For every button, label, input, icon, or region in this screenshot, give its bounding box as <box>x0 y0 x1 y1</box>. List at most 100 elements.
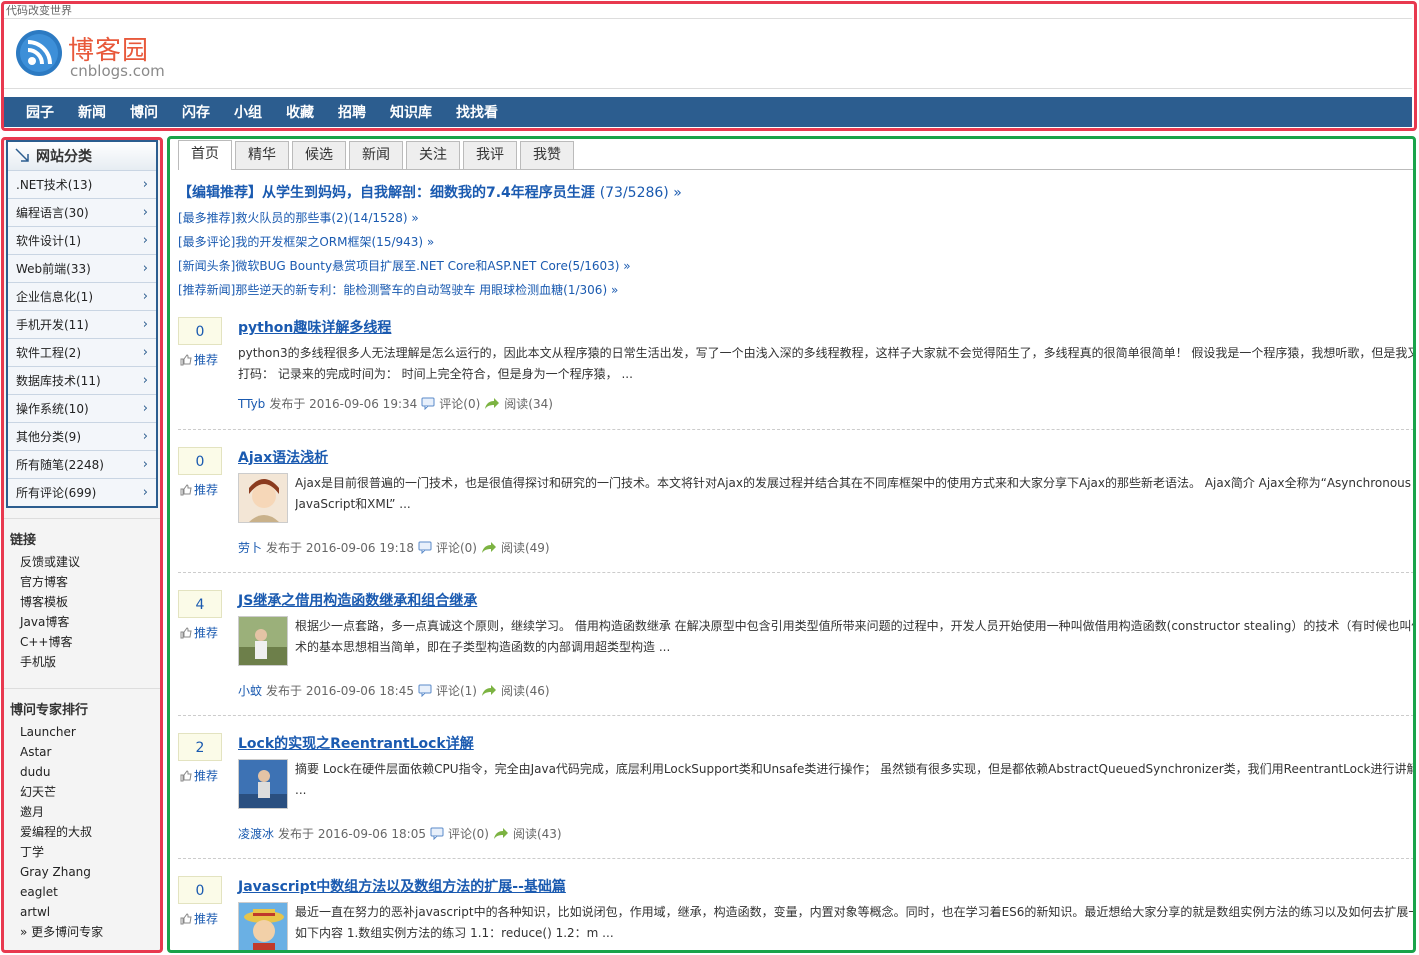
nav-item-questions[interactable]: 博问 <box>118 102 170 122</box>
nav-item-favorites[interactable]: 收藏 <box>274 102 326 122</box>
tab-my-comments[interactable]: 我评 <box>463 141 517 169</box>
avatar-image <box>239 474 287 522</box>
recommend-button[interactable]: 推荐 <box>178 624 224 641</box>
headline-main[interactable]: 【编辑推荐】从学生到妈妈，自我解剖：细数我的7.4年程序员生涯 (73/5286… <box>178 182 682 206</box>
post-author[interactable]: 小蚊 <box>238 682 262 699</box>
author-avatar[interactable] <box>238 616 288 666</box>
nav-item-jobs[interactable]: 招聘 <box>326 102 378 122</box>
category-item[interactable]: 操作系统(10) › <box>8 394 156 422</box>
nav-item-flash[interactable]: 闪存 <box>170 102 222 122</box>
cnblogs-logo-icon[interactable] <box>14 28 64 78</box>
post-author[interactable]: TTyb <box>238 397 265 411</box>
digg-count[interactable]: 4 <box>178 590 222 618</box>
sidebar-link[interactable]: 官方博客 <box>10 572 154 592</box>
post-title[interactable]: Lock的实现之ReentrantLock详解 <box>238 733 474 753</box>
category-item[interactable]: 手机开发(11) › <box>8 310 156 338</box>
category-item[interactable]: 软件设计(1) › <box>8 226 156 254</box>
nav-item-knowledge[interactable]: 知识库 <box>378 102 444 122</box>
summary-line: ... <box>295 783 307 797</box>
post-comments[interactable]: 评论(0) <box>436 539 477 556</box>
tab-home[interactable]: 首页 <box>178 140 232 170</box>
chevron-right-icon: › <box>142 401 148 416</box>
digg-count[interactable]: 0 <box>178 317 222 345</box>
expert-link[interactable]: 丁学 <box>10 842 154 862</box>
category-item[interactable]: 软件工程(2) › <box>8 338 156 366</box>
nav-item-groups[interactable]: 小组 <box>222 102 274 122</box>
category-label: Web前端(33) <box>16 262 91 276</box>
recommend-button[interactable]: 推荐 <box>178 481 224 498</box>
category-label: 所有评论(699) <box>16 486 97 500</box>
thumb-up-icon <box>180 769 192 781</box>
tab-following[interactable]: 关注 <box>406 141 460 169</box>
post-title[interactable]: JS继承之借用构造函数继承和组合继承 <box>238 590 477 610</box>
post-tabs: 首页 精华 候选 新闻 关注 我评 我赞 <box>178 140 1414 170</box>
post-comments[interactable]: 评论(0) <box>448 825 489 842</box>
tab-news[interactable]: 新闻 <box>349 141 403 169</box>
post-title[interactable]: Javascript中数组方法以及数组方法的扩展--基础篇 <box>238 876 566 896</box>
expert-link[interactable]: eaglet <box>10 882 154 902</box>
category-item[interactable]: .NET技术(13) › <box>8 170 156 198</box>
nav-item-news[interactable]: 新闻 <box>66 102 118 122</box>
avatar-image <box>239 903 287 950</box>
category-label: 企业信息化(1) <box>16 290 93 304</box>
post-reads: 阅读(43) <box>512 827 562 841</box>
recommend-button[interactable]: 推荐 <box>178 910 224 927</box>
expert-link[interactable]: 幻天芒 <box>10 782 154 802</box>
sidebar-link[interactable]: 反馈或建议 <box>10 552 154 572</box>
post-title[interactable]: Ajax语法浅析 <box>238 447 328 467</box>
expert-link[interactable]: Gray Zhang <box>10 862 154 882</box>
post-summary: 最近一直在努力的恶补javascript中的各种知识，比如说闭包，作用域，继承，… <box>295 902 1414 944</box>
author-avatar[interactable] <box>238 759 288 809</box>
digg-count[interactable]: 0 <box>178 447 222 475</box>
category-item[interactable]: 编程语言(30) › <box>8 198 156 226</box>
headline-item[interactable]: [推荐新闻]那些逆天的新专利：能检测警车的自动驾驶车 用眼球检测血糖(1/306… <box>178 278 682 302</box>
recommend-label: 推荐 <box>194 483 219 497</box>
post-author[interactable]: 劳卜 <box>238 539 262 556</box>
expert-link[interactable]: dudu <box>10 762 154 782</box>
more-experts-link[interactable]: » 更多博问专家 <box>10 922 154 942</box>
sidebar-link[interactable]: 博客模板 <box>10 592 154 612</box>
left-sidebar: 网站分类 .NET技术(13) › 编程语言(30) › 软件设计(1) › Web前… <box>4 140 160 950</box>
post-footer: TTyb 发布于 2016-09-06 19:34 评论(0) 阅读(34) <box>238 395 553 412</box>
comment-icon <box>418 684 432 697</box>
expert-link[interactable]: Astar <box>10 742 154 762</box>
category-item[interactable]: 企业信息化(1) › <box>8 282 156 310</box>
recommend-button[interactable]: 推荐 <box>178 767 224 784</box>
tab-featured[interactable]: 精华 <box>235 141 289 169</box>
headline-item[interactable]: [最多评论]我的开发框架之ORM框架(15/943) » <box>178 230 682 254</box>
nav-item-search[interactable]: 找找看 <box>444 102 510 122</box>
author-avatar[interactable] <box>238 902 288 950</box>
category-item[interactable]: 所有随笔(2248) › <box>8 450 156 478</box>
category-box: 网站分类 .NET技术(13) › 编程语言(30) › 软件设计(1) › Web前… <box>6 140 158 508</box>
category-label: 操作系统(10) <box>16 402 89 416</box>
expert-link[interactable]: 邀月 <box>10 802 154 822</box>
expert-link[interactable]: 爱编程的大叔 <box>10 822 154 842</box>
headline-item[interactable]: [最多推荐]救火队员的那些事(2)(14/1528) » <box>178 206 682 230</box>
recommend-button[interactable]: 推荐 <box>178 351 224 368</box>
comment-icon <box>418 541 432 554</box>
category-item[interactable]: 数据库技术(11) › <box>8 366 156 394</box>
post-comments[interactable]: 评论(1) <box>436 682 477 699</box>
expert-link[interactable]: Launcher <box>10 722 154 742</box>
expert-link[interactable]: artwl <box>10 902 154 922</box>
category-item[interactable]: Web前端(33) › <box>8 254 156 282</box>
headline-item[interactable]: [新闻头条]微软BUG Bounty悬赏项目扩展至.NET Core和ASP.N… <box>178 254 682 278</box>
tab-my-likes[interactable]: 我赞 <box>520 141 574 169</box>
post-reads: 阅读(34) <box>504 397 553 411</box>
digg-count[interactable]: 2 <box>178 733 222 761</box>
nav-item-garden[interactable]: 园子 <box>14 102 66 122</box>
tab-candidates[interactable]: 候选 <box>292 141 346 169</box>
sidebar-link[interactable]: C++博客 <box>10 632 154 652</box>
category-item[interactable]: 其他分类(9) › <box>8 422 156 450</box>
digg-count[interactable]: 0 <box>178 876 222 904</box>
sidebar-link[interactable]: 手机版 <box>10 652 154 672</box>
post-author[interactable]: 凌渡冰 <box>238 825 274 842</box>
post-title[interactable]: python趣味详解多线程 <box>238 317 391 337</box>
author-avatar[interactable] <box>238 473 288 523</box>
sidebar-link[interactable]: Java博客 <box>10 612 154 632</box>
thumb-up-icon <box>180 626 192 638</box>
post-footer: 小蚊 发布于 2016-09-06 18:45 评论(1) 阅读(46) <box>238 682 550 699</box>
post-comments[interactable]: 评论(0) <box>439 395 480 412</box>
post-summary: Ajax是目前很普遍的一门技术，也是很值得探讨和研究的一门技术。本文将针对Aja… <box>295 473 1414 515</box>
category-item[interactable]: 所有评论(699) › <box>8 478 156 506</box>
